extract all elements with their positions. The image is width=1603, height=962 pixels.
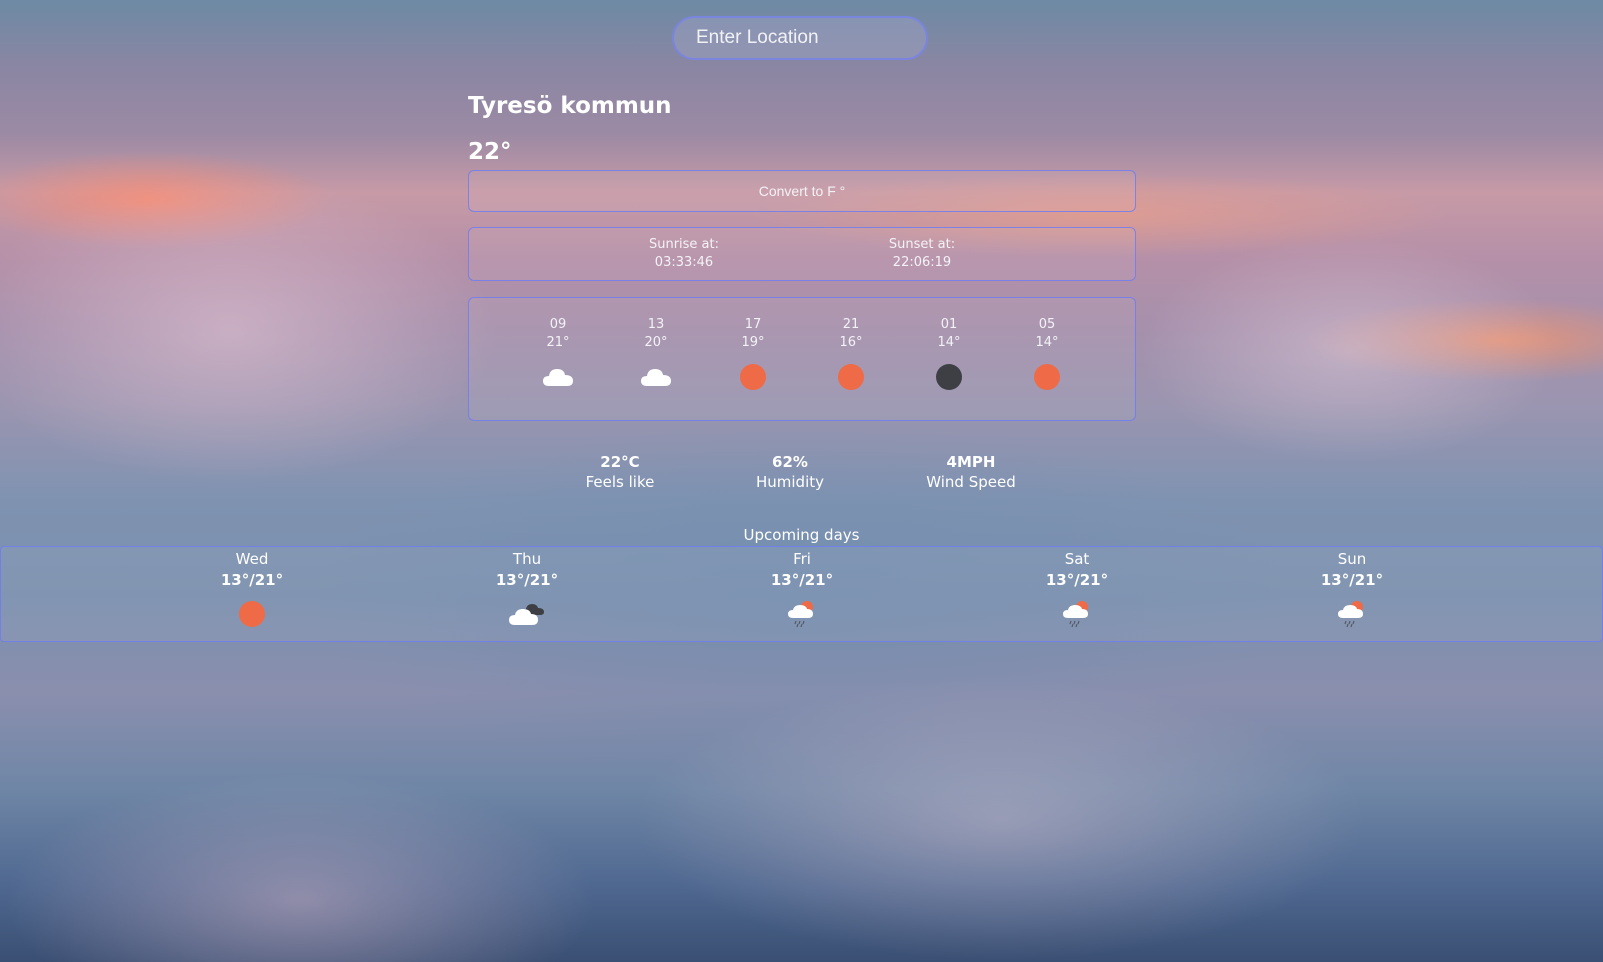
sun-times-panel: Sunrise at: 03:33:46 Sunset at: 22:06:19: [468, 227, 1136, 281]
day-forecast-item: Wed 13°/21°: [192, 549, 312, 631]
location-name: Tyresö kommun: [468, 93, 672, 119]
day-name: Fri: [793, 550, 811, 568]
dark-clouds-icon: [467, 597, 587, 631]
hour-label: 13: [647, 317, 665, 332]
day-temp-range: 13°/21°: [1045, 571, 1109, 589]
day-forecast-item: Thu 13°/21°: [467, 549, 587, 631]
day-temp-range: 13°/21°: [770, 571, 834, 589]
sun-icon: [192, 597, 312, 631]
day-temp-range: 13°/21°: [220, 571, 284, 589]
convert-unit-button[interactable]: Convert to F °: [468, 170, 1136, 212]
hourly-item: 17 19°: [723, 316, 783, 392]
hour-temp: 21°: [546, 335, 570, 350]
feels-like-value: 22°C: [600, 453, 640, 471]
hour-temp: 20°: [644, 335, 668, 350]
hourly-item: 21 16°: [821, 316, 881, 392]
hourly-item: 09 21°: [528, 316, 588, 392]
day-name: Sat: [1064, 550, 1090, 568]
hour-temp: 19°: [741, 335, 765, 350]
day-forecast-item: Fri 13°/21°: [742, 549, 862, 631]
hourly-item: 13 20°: [626, 316, 686, 392]
sun-rain-cloud-icon: [742, 597, 862, 631]
sun-icon: [1017, 362, 1077, 392]
day-name: Wed: [235, 550, 269, 568]
sunrise-block: Sunrise at: 03:33:46: [624, 236, 744, 272]
humidity-stat: 62% Humidity: [730, 452, 850, 492]
current-temperature: 22°: [468, 139, 512, 165]
moon-icon: [919, 362, 979, 392]
hour-temp: 16°: [839, 335, 863, 350]
cloud-icon: [626, 362, 686, 392]
day-name: Thu: [512, 550, 542, 568]
day-forecast-item: Sun 13°/21°: [1292, 549, 1412, 631]
sunset-time: 22:06:19: [892, 255, 952, 270]
hourly-item: 01 14°: [919, 316, 979, 392]
humidity-value: 62%: [772, 453, 808, 471]
upcoming-days-title: Upcoming days: [743, 526, 860, 544]
sun-rain-cloud-icon: [1017, 597, 1137, 631]
upcoming-days-panel: Wed 13°/21° Thu 13°/21° Fri 13°/21° Sat …: [0, 546, 1603, 642]
hour-label: 17: [744, 317, 762, 332]
day-forecast-item: Sat 13°/21°: [1017, 549, 1137, 631]
sunset-block: Sunset at: 22:06:19: [862, 236, 982, 272]
sun-rain-cloud-icon: [1292, 597, 1412, 631]
location-search-input[interactable]: [672, 16, 928, 60]
hour-label: 09: [549, 317, 567, 332]
day-temp-range: 13°/21°: [495, 571, 559, 589]
hour-label: 21: [842, 317, 860, 332]
sun-icon: [821, 362, 881, 392]
search-container: [672, 16, 928, 60]
day-temp-range: 13°/21°: [1320, 571, 1384, 589]
wind-speed-stat: 4MPH Wind Speed: [911, 452, 1031, 492]
hour-label: 01: [940, 317, 958, 332]
day-name: Sun: [1337, 550, 1367, 568]
convert-unit-label: Convert to F °: [758, 183, 846, 199]
hour-temp: 14°: [1035, 335, 1059, 350]
cloud-icon: [528, 362, 588, 392]
humidity-label: Humidity: [755, 473, 824, 491]
hour-label: 05: [1038, 317, 1056, 332]
hour-temp: 14°: [937, 335, 961, 350]
wind-speed-label: Wind Speed: [926, 473, 1016, 491]
hourly-item: 05 14°: [1017, 316, 1077, 392]
sunrise-label: Sunrise at:: [648, 237, 720, 252]
wind-speed-value: 4MPH: [946, 453, 996, 471]
sunrise-time: 03:33:46: [654, 255, 714, 270]
feels-like-stat: 22°C Feels like: [560, 452, 680, 492]
feels-like-label: Feels like: [585, 473, 655, 491]
sun-icon: [723, 362, 783, 392]
sunset-label: Sunset at:: [888, 237, 956, 252]
hourly-forecast-panel: 09 21° 13 20° 17 19° 21 16° 01 14° 05 14…: [468, 297, 1136, 421]
